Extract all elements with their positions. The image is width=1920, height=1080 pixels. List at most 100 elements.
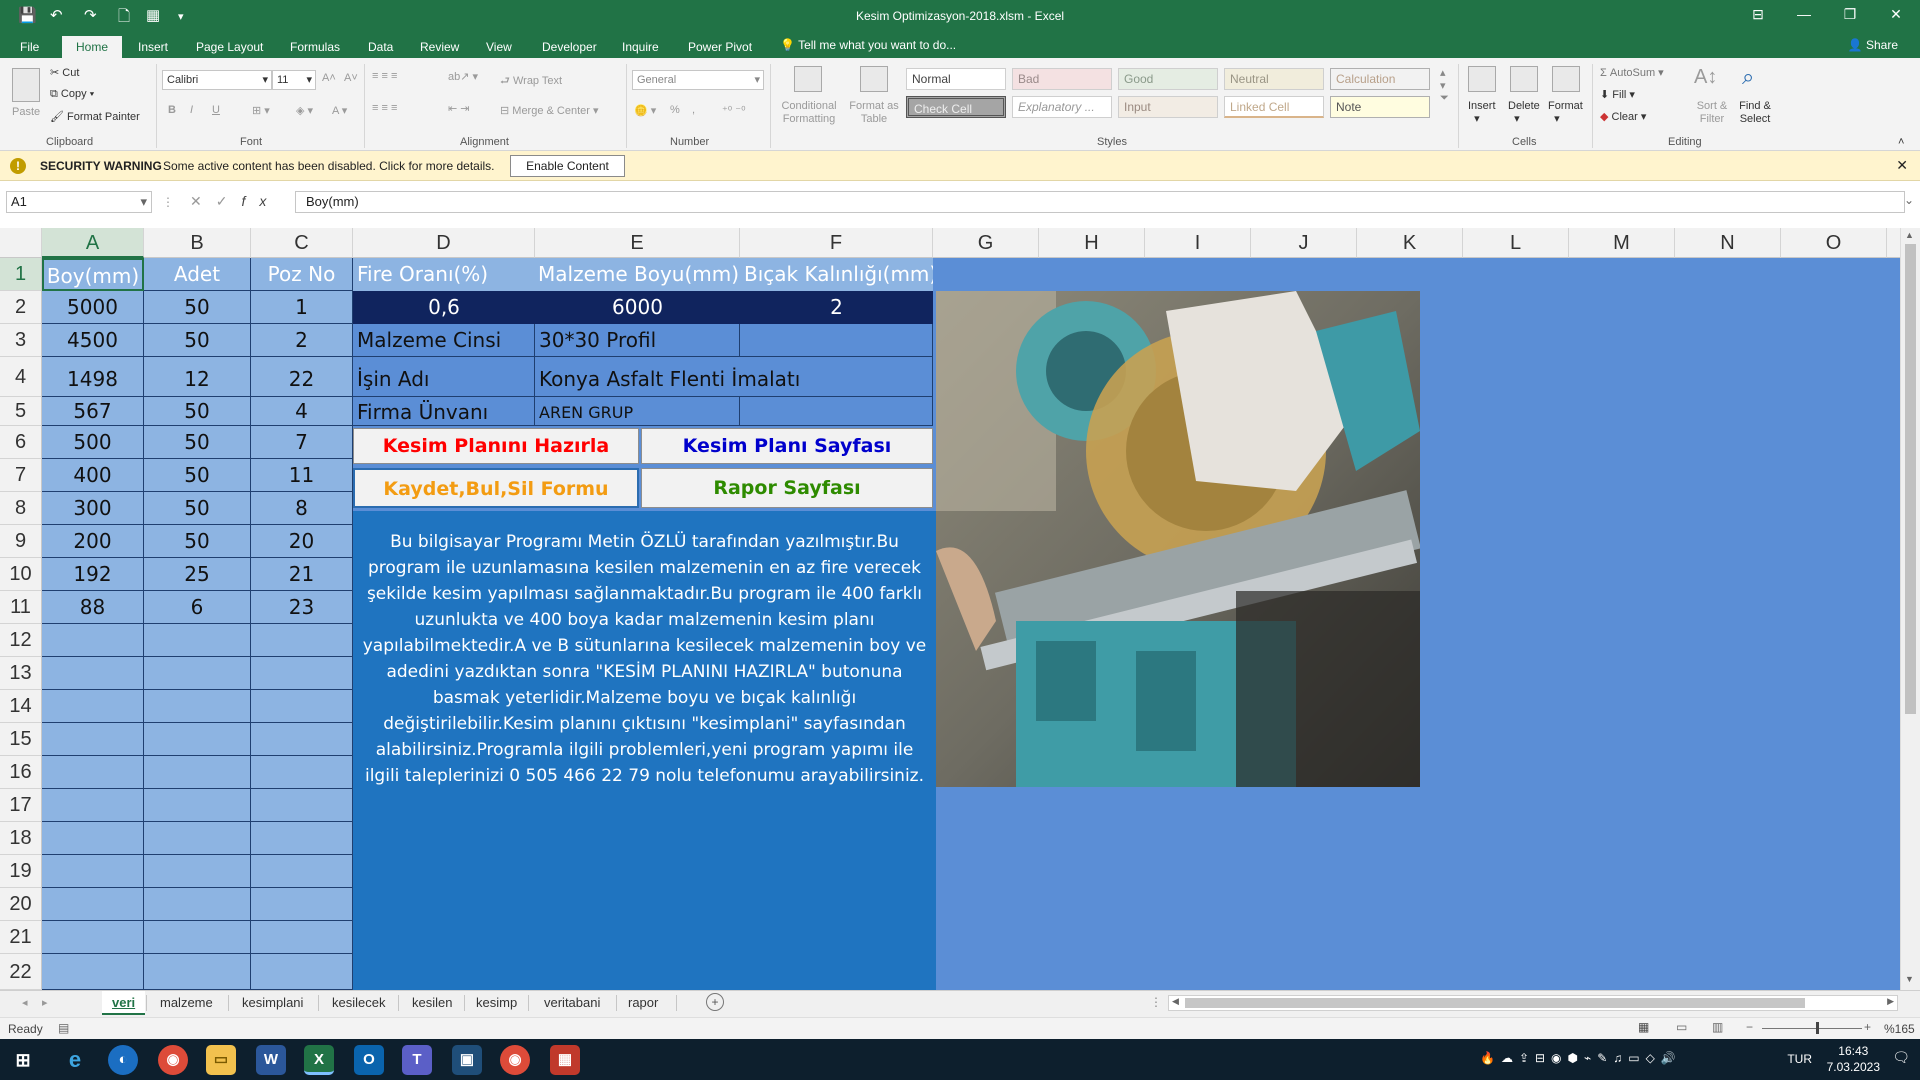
system-tray-icons[interactable]: 🔥☁⇪⊟◉⬢⌁✎♫▭◇🔊	[1480, 1051, 1682, 1065]
column-header-d[interactable]: D	[353, 228, 535, 258]
excel-icon[interactable]: X	[304, 1045, 334, 1075]
table-cell[interactable]: 567	[42, 397, 144, 426]
teams-icon[interactable]: T	[402, 1045, 432, 1075]
clear-button[interactable]: ◆ Clear ▾	[1600, 110, 1646, 123]
table-cell[interactable]: 300	[42, 492, 144, 525]
row-header-13[interactable]: 13	[0, 657, 42, 690]
row-header-2[interactable]: 2	[0, 291, 42, 324]
malzeme-boyu-value[interactable]: 6000	[535, 291, 740, 324]
table-cell[interactable]: 12	[144, 357, 251, 397]
empty-cell[interactable]	[251, 723, 353, 756]
row-header-1[interactable]: 1	[0, 258, 42, 291]
expand-formula-icon[interactable]: ⌄	[1904, 193, 1914, 207]
sheet-tab-veri[interactable]: veri	[102, 991, 146, 1015]
share-button[interactable]: 👤 Share	[1848, 38, 1898, 52]
fill-button[interactable]: ⬇ Fill ▾	[1600, 88, 1635, 101]
isin-adi-value[interactable]: Konya Asfalt Flenti İmalatı	[535, 357, 933, 397]
empty-cell[interactable]	[42, 723, 144, 756]
table-cell[interactable]: 11	[251, 459, 353, 492]
format-table-icon[interactable]	[860, 66, 888, 92]
empty-cell[interactable]	[144, 822, 251, 855]
row-header-6[interactable]: 6	[0, 426, 42, 459]
cell-a1[interactable]: Boy(mm)	[42, 258, 144, 291]
row-header-20[interactable]: 20	[0, 888, 42, 921]
add-sheet-icon[interactable]: +	[706, 993, 724, 1011]
table-cell[interactable]: 50	[144, 397, 251, 426]
name-box[interactable]: A1 ▾	[6, 191, 152, 213]
clock[interactable]: 16:43 7.03.2023	[1827, 1043, 1880, 1075]
find-icon[interactable]: ⌕	[1742, 64, 1754, 90]
chrome-icon[interactable]: ◉	[158, 1045, 188, 1075]
file-explorer-icon[interactable]: ▭	[206, 1045, 236, 1075]
split-handle-icon[interactable]: ⋮	[1150, 995, 1162, 1009]
borders-icon[interactable]: ⊞ ▾	[252, 104, 270, 117]
fire-orani-value[interactable]: 0,6	[353, 291, 535, 324]
kaydet-bul-sil-button[interactable]: Kaydet,Bul,Sil Formu	[353, 468, 639, 508]
scroll-right-icon[interactable]: ▸	[42, 996, 48, 1009]
row-header-17[interactable]: 17	[0, 789, 42, 822]
empty-cell[interactable]	[251, 690, 353, 723]
zoom-slider-thumb[interactable]	[1816, 1022, 1819, 1034]
paste-button[interactable]: Paste	[12, 106, 40, 118]
empty-cell[interactable]	[144, 756, 251, 789]
style-normal[interactable]: Normal	[906, 68, 1006, 90]
security-warning-message[interactable]: Some active content has been disabled. C…	[163, 159, 495, 173]
tab-power-pivot[interactable]: Power Pivot	[680, 38, 760, 58]
percent-button[interactable]: %	[670, 104, 680, 116]
sheet-tab-kesimp[interactable]: kesimp	[466, 991, 527, 1015]
edge-icon[interactable]: ◐	[108, 1045, 138, 1075]
row-header-9[interactable]: 9	[0, 525, 42, 558]
sheet-tab-kesilen[interactable]: kesilen	[402, 991, 462, 1015]
scroll-left-icon[interactable]: ◀	[1172, 996, 1179, 1007]
formula-input[interactable]: Boy(mm)	[295, 191, 1905, 213]
decimal-icon[interactable]: ⁺⁰ ⁻⁰	[722, 104, 746, 117]
style-neutral[interactable]: Neutral	[1224, 68, 1324, 90]
empty-cell[interactable]	[251, 789, 353, 822]
row-header-5[interactable]: 5	[0, 397, 42, 426]
zoom-in-icon[interactable]: +	[1864, 1020, 1871, 1034]
table-cell[interactable]: 2	[251, 324, 353, 357]
cell-b1[interactable]: Adet	[144, 258, 251, 291]
empty-cell[interactable]	[144, 855, 251, 888]
vertical-scrollbar[interactable]: ▲ ▼	[1900, 228, 1920, 990]
tab-page-layout[interactable]: Page Layout	[188, 38, 271, 58]
empty-cell[interactable]	[144, 657, 251, 690]
tab-file[interactable]: File	[12, 38, 47, 58]
sheet-tab-rapor[interactable]: rapor	[618, 991, 668, 1015]
column-header-o[interactable]: O	[1781, 228, 1887, 258]
normal-view-icon[interactable]: ▦	[1638, 1020, 1649, 1034]
row-header-10[interactable]: 10	[0, 558, 42, 591]
tab-formulas[interactable]: Formulas	[282, 38, 348, 58]
zoom-slider[interactable]	[1762, 1028, 1862, 1029]
orientation-icon[interactable]: ab↗ ▾	[448, 70, 478, 83]
row-header-3[interactable]: 3	[0, 324, 42, 357]
column-header-i[interactable]: I	[1145, 228, 1251, 258]
style-input[interactable]: Input	[1118, 96, 1218, 118]
column-header-n[interactable]: N	[1675, 228, 1781, 258]
fx-icon[interactable]: fx	[241, 193, 280, 209]
bicak-kalinligi-value[interactable]: 2	[740, 291, 933, 324]
indent-icon[interactable]: ⇤ ⇥	[448, 102, 470, 115]
table-cell[interactable]: 50	[144, 525, 251, 558]
table-cell[interactable]: 20	[251, 525, 353, 558]
empty-cell[interactable]	[144, 888, 251, 921]
empty-cell[interactable]	[251, 657, 353, 690]
empty-cell[interactable]	[42, 624, 144, 657]
cancel-icon[interactable]: ✕	[190, 193, 216, 209]
format-as-table-button[interactable]: Format as Table	[848, 100, 900, 126]
format-cells-icon[interactable]	[1552, 66, 1580, 92]
column-header-f[interactable]: F	[740, 228, 933, 258]
table-cell[interactable]: 50	[144, 426, 251, 459]
italic-button[interactable]: I	[190, 104, 193, 116]
fire-orani-label[interactable]: Fire Oranı(%)	[353, 258, 535, 291]
firma-unvani-label[interactable]: Firma Ünvanı	[353, 397, 535, 426]
empty-cell[interactable]	[251, 888, 353, 921]
style-good[interactable]: Good	[1118, 68, 1218, 90]
column-header-g[interactable]: G	[933, 228, 1039, 258]
table-cell[interactable]: 4500	[42, 324, 144, 357]
empty-cell[interactable]	[144, 624, 251, 657]
row-header-4[interactable]: 4	[0, 357, 42, 397]
merge-center-button[interactable]: ⊟ Merge & Center ▾	[500, 104, 599, 117]
table-cell[interactable]: 1	[251, 291, 353, 324]
format-painter-button[interactable]: 🖌 Format Painter	[50, 110, 140, 123]
